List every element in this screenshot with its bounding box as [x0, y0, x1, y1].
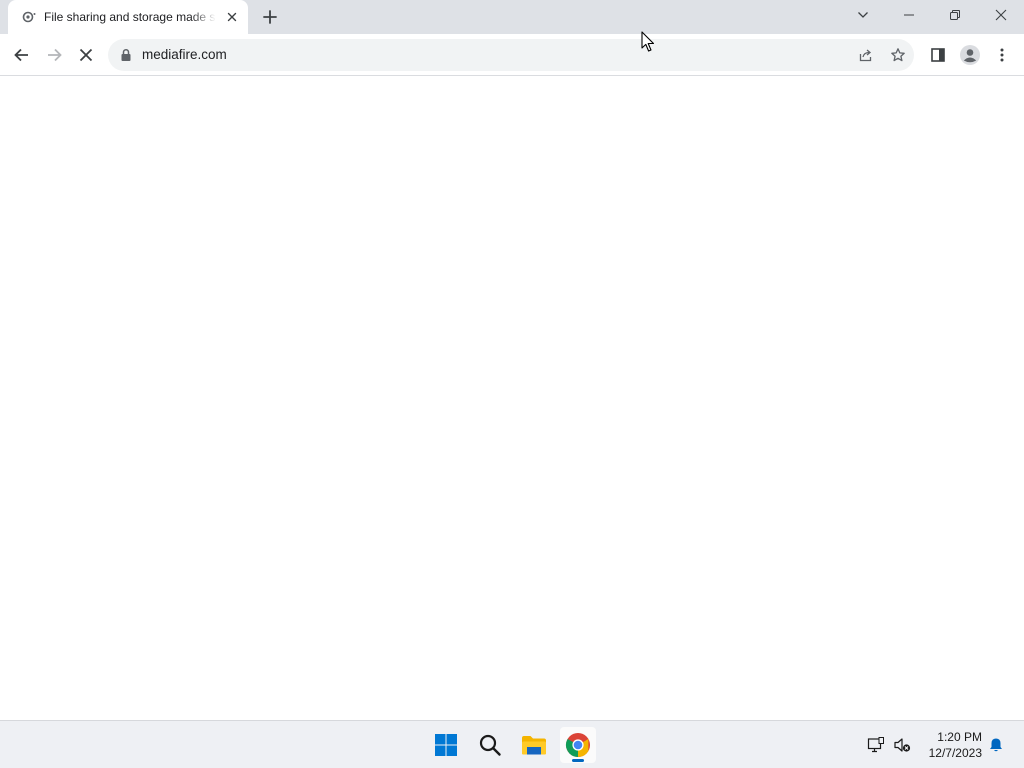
share-icon: [859, 49, 872, 62]
search-button[interactable]: [472, 727, 508, 763]
close-icon: [995, 9, 1007, 21]
start-button[interactable]: [428, 727, 464, 763]
folder-icon: [522, 736, 546, 755]
close-window-button[interactable]: [978, 0, 1024, 30]
clock-time: 1:20 PM: [937, 730, 982, 744]
close-tab-icon[interactable]: [224, 9, 240, 25]
tab-strip: File sharing and storage made simple: [0, 0, 1024, 34]
speaker-muted-icon: [894, 738, 911, 752]
clock-date: 12/7/2023: [928, 746, 982, 760]
minimize-button[interactable]: [886, 0, 932, 30]
side-panel-icon: [931, 48, 945, 62]
bell-icon: [990, 738, 1002, 752]
volume-tray-button[interactable]: [892, 735, 912, 755]
network-tray-button[interactable]: [866, 735, 886, 755]
notifications-button[interactable]: [986, 735, 1006, 755]
arrow-left-icon: [14, 48, 28, 62]
loading-globe-icon: [22, 11, 36, 23]
more-vertical-icon: [1000, 48, 1004, 62]
chrome-icon: [565, 733, 590, 757]
lock-icon[interactable]: [120, 48, 132, 62]
tab-search-button[interactable]: [840, 0, 886, 30]
address-bar[interactable]: mediafire.com: [108, 39, 914, 71]
taskbar-clock[interactable]: 1:20 PM 12/7/2023: [918, 729, 982, 761]
search-icon: [479, 734, 501, 756]
url-text[interactable]: mediafire.com: [142, 47, 227, 62]
mouse-cursor-icon: [641, 31, 655, 52]
profile-button[interactable]: [956, 41, 984, 69]
star-icon: [891, 48, 905, 62]
share-button[interactable]: [856, 45, 876, 65]
close-icon: [79, 48, 93, 62]
taskbar: 1:20 PM 12/7/2023: [0, 720, 1024, 768]
stop-loading-button[interactable]: [72, 41, 100, 69]
new-tab-button[interactable]: [258, 5, 282, 29]
browser-menu-button[interactable]: [988, 41, 1016, 69]
restore-button[interactable]: [932, 0, 978, 30]
file-explorer-button[interactable]: [516, 727, 552, 763]
windows-logo-icon: [435, 734, 457, 756]
restore-icon: [950, 10, 960, 20]
minimize-icon: [904, 14, 914, 16]
forward-button[interactable]: [40, 41, 68, 69]
back-button[interactable]: [8, 41, 36, 69]
avatar-icon: [960, 45, 980, 65]
network-icon: [867, 737, 884, 753]
tab-title: File sharing and storage made simple: [44, 10, 216, 24]
chrome-taskbar-button[interactable]: [560, 727, 596, 763]
chevron-down-icon: [858, 12, 868, 18]
browser-toolbar: mediafire.com: [0, 34, 1024, 76]
arrow-right-icon: [48, 48, 62, 62]
side-panel-button[interactable]: [924, 41, 952, 69]
page-content[interactable]: [0, 77, 1024, 720]
active-app-indicator: [572, 759, 584, 762]
bookmark-button[interactable]: [888, 45, 908, 65]
browser-tab[interactable]: File sharing and storage made simple: [8, 0, 248, 34]
